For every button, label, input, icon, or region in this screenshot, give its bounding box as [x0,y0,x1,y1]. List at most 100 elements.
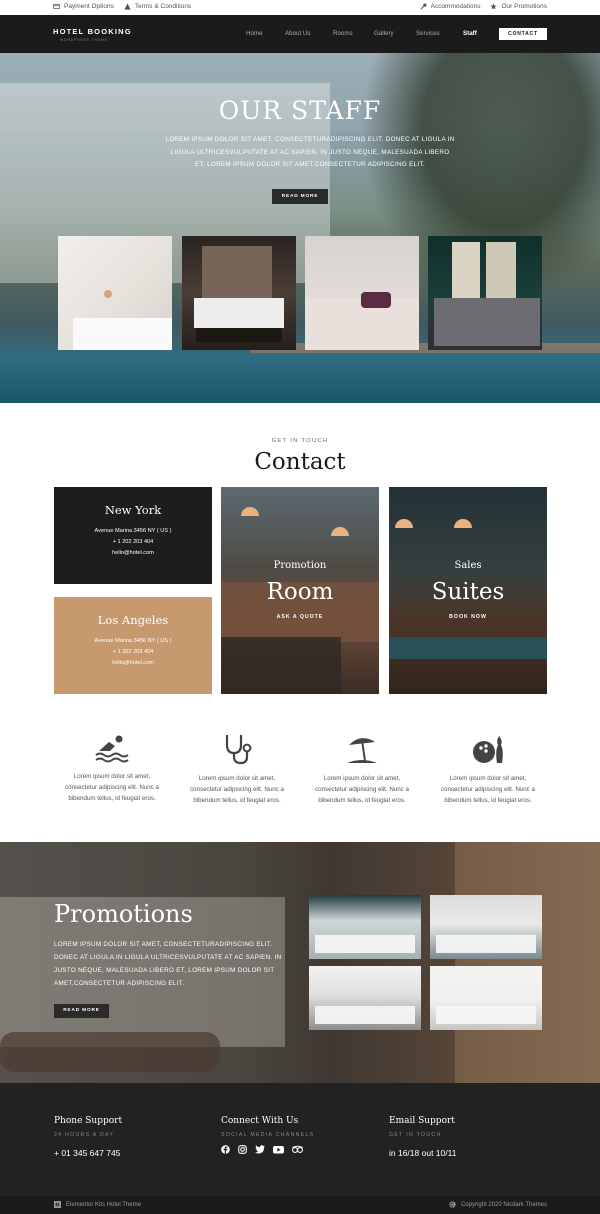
promo-table [221,637,341,694]
twitter-icon[interactable] [255,1145,265,1154]
room-lamp [104,290,112,298]
hero-title: OUR STAFF [218,96,382,125]
main-navigation: HOTEL BOOKING WORDPRESS THEME Home About… [0,15,600,53]
facebook-icon[interactable] [221,1145,230,1154]
hero-section: OUR STAFF LOREM IPSUM DOLOR SIT AMET, CO… [0,53,600,403]
footer-col-subtitle: GET IN TOUCH [389,1132,442,1138]
promotions-pillows [0,1032,220,1072]
room-bed [434,298,540,346]
bottom-left-text[interactable]: Elementor Kits Hotel Theme [66,1202,141,1208]
nav-item-gallery[interactable]: Gallery [374,30,416,37]
site-logo[interactable]: HOTEL BOOKING [53,27,132,36]
pendant-lamp [241,507,259,516]
key-icon [419,3,427,10]
staff-room-image[interactable] [428,236,542,350]
instagram-icon[interactable] [238,1145,247,1154]
feature-text: Lorem ipsum dolor sit amet, consectetur … [65,773,159,802]
promo-big-title: Room [266,579,334,605]
nav-item-rooms[interactable]: Rooms [333,30,374,37]
feature-text: Lorem ipsum dolor sit amet, consectetur … [315,775,409,804]
room-bed [73,318,172,350]
feature-beach: Lorem ipsum dolor sit amet, consectetur … [307,733,417,806]
photo-bed [315,935,415,953]
footer-connect-with-us: Connect With Us SOCIAL MEDIA CHANNELS [221,1116,314,1154]
hero-text: LOREM IPSUM DOLOR SIT AMET, CONSECTETURA… [165,136,455,169]
promo-small-title: Sales [454,560,482,571]
nav-menu: Home About Us Rooms Gallery Services Sta… [246,30,498,37]
footer-col-title: Email Support [389,1116,455,1126]
footer-col-subtitle: 24 HOURS A DAY [54,1132,115,1138]
bowling-icon [473,736,503,763]
staff-room-image[interactable] [305,236,419,350]
bottom-right-text[interactable]: Copyright 2020 Nicdark Themes [461,1202,547,1208]
our-promotions-link[interactable]: Our Promotions [490,3,547,10]
social-links [221,1145,314,1154]
contact-button[interactable]: CONTACT [499,28,547,40]
footer-col-title: Connect With Us [221,1116,299,1126]
feature-text: Lorem ipsum dolor sit amet, consectetur … [190,775,284,804]
promotions-title: Promotions [54,900,193,928]
youtube-icon[interactable] [273,1145,284,1154]
promo-big-title: Suites [431,579,505,605]
accommodations-link[interactable]: Accommodations [419,3,481,10]
star-icon [490,3,498,10]
nav-item-home[interactable]: Home [246,30,285,37]
city-name: New York [104,503,162,517]
pendant-lamp [331,527,349,536]
contact-eyebrow: GET IN TOUCH [271,438,329,444]
room-pillow [361,292,391,308]
tripadvisor-icon[interactable] [292,1145,303,1154]
feature-medical: Lorem ipsum dolor sit amet, consectetur … [182,733,292,806]
room-artwork [486,242,516,298]
nav-item-services[interactable]: Services [416,30,463,37]
city-email[interactable]: hello@hotel.com [54,548,212,559]
city-card-new-york: New York Avenue Marina 3456 NY ( US ) + … [54,487,212,584]
warning-icon [124,3,131,10]
promotion-photo[interactable] [309,966,421,1030]
credit-card-icon [53,4,60,9]
room-bench [196,328,282,342]
contact-title: Contact [254,449,346,475]
swimming-icon [95,735,129,763]
book-now-link[interactable]: BOOK NOW [389,614,547,620]
promo-small-title: Promotion [273,560,327,571]
photo-bed [315,1006,415,1024]
promotions-read-more-button[interactable]: READ MORE [54,1004,109,1018]
staff-room-image[interactable] [182,236,296,350]
city-card-los-angeles: Los Angeles Avenue Marina 3456 NY ( US )… [54,597,212,694]
promotion-photo[interactable] [309,895,421,959]
staff-room-image[interactable] [58,236,172,350]
hero-read-more-button[interactable]: READ MORE [272,189,328,204]
footer-email-value[interactable]: in 16/18 out 10/11 [389,1148,456,1158]
accommodations-label: Accommodations [430,3,481,10]
city-email[interactable]: hello@hotel.com [54,658,212,669]
room-headboard [202,246,272,301]
promotion-photo[interactable] [430,966,542,1030]
ask-a-quote-link[interactable]: ASK A QUOTE [221,614,379,620]
photo-bed [436,935,536,953]
beach-umbrella-icon [347,738,377,763]
promo-card-room[interactable]: Promotion Room ASK A QUOTE [221,487,379,694]
city-address: Avenue Marina 3456 NY ( US ) [94,638,172,644]
photo-bed [436,1006,536,1024]
nav-item-about-us[interactable]: About Us [285,30,333,37]
city-address: Avenue Marina 3456 NY ( US ) [94,528,172,534]
hero-pool [0,353,600,403]
terms-label: Terms & Conditions [134,3,192,10]
promotion-photo[interactable] [430,895,542,959]
feature-bowling: Lorem ipsum dolor sit amet, consectetur … [433,733,543,806]
feature-text: Lorem ipsum dolor sit amet, consectetur … [441,775,535,804]
promo-card-suites[interactable]: Sales Suites BOOK NOW [389,487,547,694]
city-phone[interactable]: + 1 202 203 404 [54,647,212,658]
city-phone[interactable]: + 1 202 203 404 [54,537,212,548]
promotions-section: Promotions LOREM IPSUM DOLOR SIT AMET, C… [0,842,600,1083]
room-artwork [452,242,480,298]
feature-swimming: Lorem ipsum dolor sit amet, consectetur … [57,733,167,804]
elementor-icon [54,1201,61,1208]
payment-options-link[interactable]: Payment Options [53,3,114,10]
footer-phone-number[interactable]: + 01 345 647 745 [54,1148,122,1158]
footer-email-support: Email Support GET IN TOUCH in 16/18 out … [389,1116,456,1158]
footer-col-subtitle: SOCIAL MEDIA CHANNELS [221,1132,315,1138]
nav-item-staff[interactable]: Staff [463,30,498,37]
terms-link[interactable]: Terms & Conditions [124,3,191,10]
